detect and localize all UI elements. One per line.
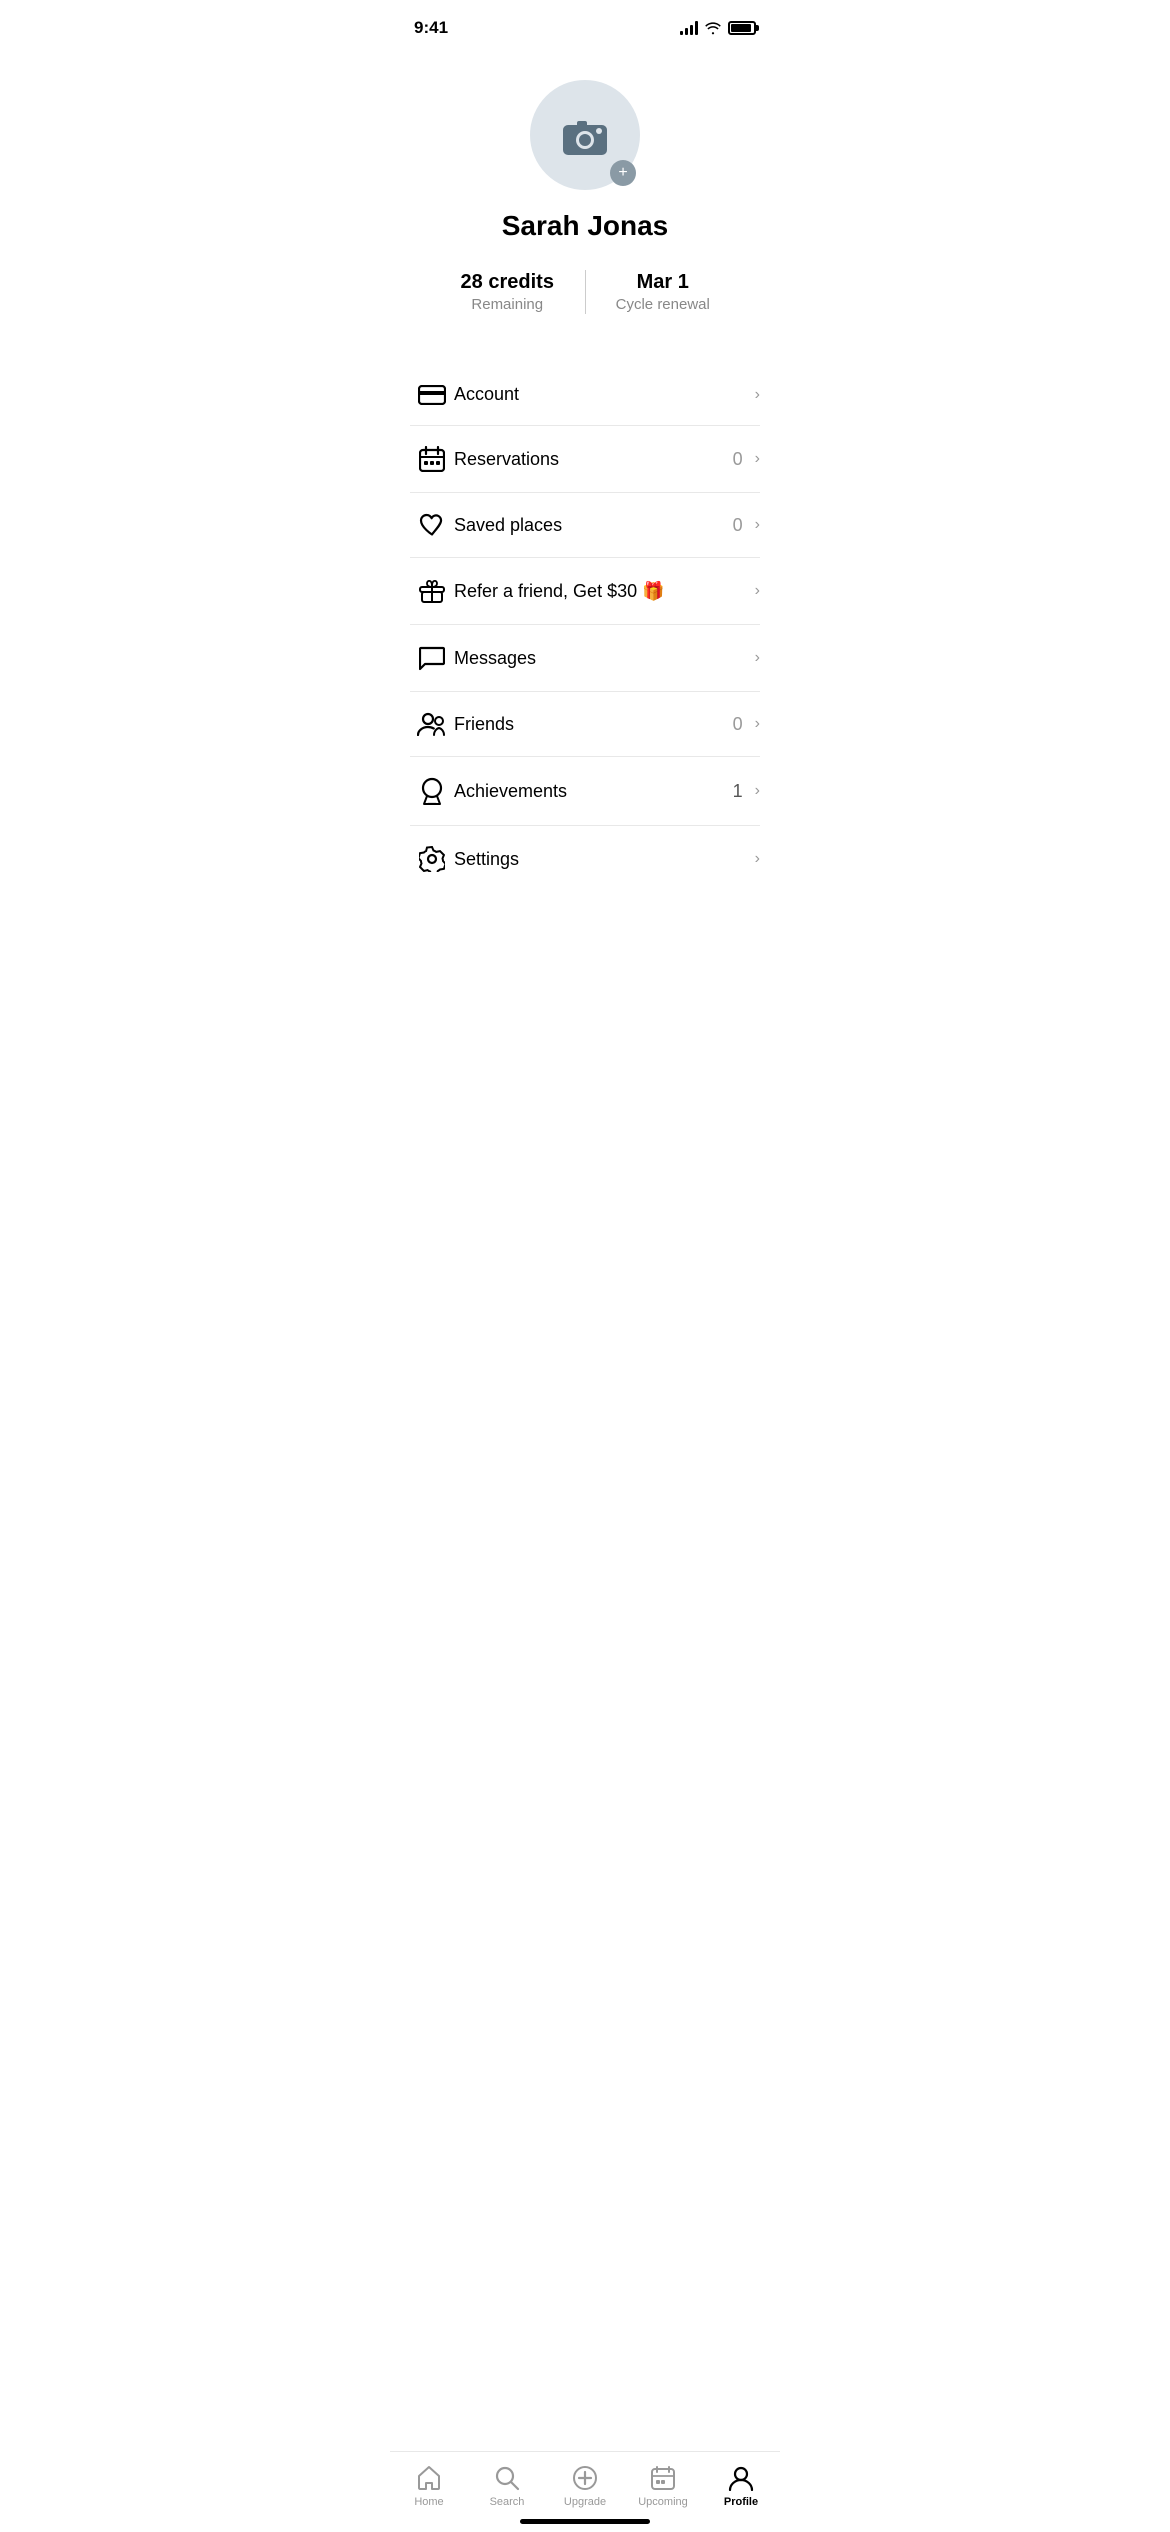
saved-places-badge: 0 [733, 515, 743, 536]
nav-home-label: Home [414, 2496, 443, 2508]
cycle-date: Mar 1 [637, 271, 689, 294]
gift-icon [410, 578, 454, 604]
reservations-badge: 0 [733, 449, 743, 470]
cycle-stat: Mar 1 Cycle renewal [606, 271, 721, 313]
nav-upcoming[interactable]: Upcoming [624, 2464, 702, 2508]
account-chevron: › [755, 386, 760, 404]
reservations-chevron: › [755, 450, 760, 468]
battery-icon [728, 21, 756, 35]
add-photo-badge[interactable]: + [610, 160, 636, 186]
nav-upgrade[interactable]: Upgrade [546, 2464, 624, 2508]
settings-label: Settings [454, 849, 755, 870]
nav-search-label: Search [490, 2496, 525, 2508]
stat-divider [585, 270, 586, 314]
friends-label: Friends [454, 714, 733, 735]
saved-places-label: Saved places [454, 515, 733, 536]
reservations-icon [410, 446, 454, 472]
achievements-badge: 1 [733, 781, 743, 802]
account-label: Account [454, 384, 755, 405]
nav-profile[interactable]: Profile [702, 2464, 780, 2508]
messages-chevron: › [755, 649, 760, 667]
nav-profile-label: Profile [724, 2496, 758, 2508]
saved-places-chevron: › [755, 516, 760, 534]
status-icons [680, 21, 756, 35]
credits-value: 28 credits [461, 271, 554, 294]
settings-chevron: › [755, 850, 760, 868]
nav-search[interactable]: Search [468, 2464, 546, 2508]
page-content: + Sarah Jonas 28 credits Remaining Mar 1… [390, 50, 780, 992]
achievements-label: Achievements [454, 781, 733, 802]
menu-list: Account › Reservations 0 › [390, 364, 780, 892]
nav-upgrade-label: Upgrade [564, 2496, 606, 2508]
nav-home[interactable]: Home [390, 2464, 468, 2508]
home-indicator [520, 2519, 650, 2524]
friends-icon [410, 712, 454, 736]
camera-icon [559, 113, 611, 157]
messages-icon [410, 645, 454, 671]
menu-item-account[interactable]: Account › [410, 364, 760, 426]
upcoming-icon [649, 2464, 677, 2492]
heart-icon [410, 513, 454, 537]
menu-item-saved-places[interactable]: Saved places 0 › [410, 493, 760, 558]
menu-item-reservations[interactable]: Reservations 0 › [410, 426, 760, 493]
settings-icon [410, 846, 454, 872]
home-icon [415, 2464, 443, 2492]
menu-item-messages[interactable]: Messages › [410, 625, 760, 692]
achievements-icon [410, 777, 454, 805]
user-name: Sarah Jonas [502, 210, 669, 242]
menu-item-achievements[interactable]: Achievements 1 › [410, 757, 760, 826]
profile-icon [727, 2464, 755, 2492]
reservations-label: Reservations [454, 449, 733, 470]
credits-stat: 28 credits Remaining [450, 271, 565, 313]
avatar-container[interactable]: + [530, 80, 640, 190]
cycle-label: Cycle renewal [616, 296, 710, 313]
search-icon [493, 2464, 521, 2492]
menu-item-settings[interactable]: Settings › [410, 826, 760, 892]
status-bar: 9:41 [390, 0, 780, 50]
credits-label: Remaining [471, 296, 543, 313]
status-time: 9:41 [414, 18, 448, 38]
upgrade-icon [571, 2464, 599, 2492]
refer-label: Refer a friend, Get $30 🎁 [454, 581, 755, 602]
nav-upcoming-label: Upcoming [638, 2496, 688, 2508]
account-icon [410, 385, 454, 405]
refer-chevron: › [755, 582, 760, 600]
menu-item-refer[interactable]: Refer a friend, Get $30 🎁 › [410, 558, 760, 625]
achievements-chevron: › [755, 782, 760, 800]
signal-icon [680, 21, 698, 35]
friends-chevron: › [755, 715, 760, 733]
messages-label: Messages [454, 648, 755, 669]
stats-row: 28 credits Remaining Mar 1 Cycle renewal [410, 270, 760, 314]
friends-badge: 0 [733, 714, 743, 735]
menu-item-friends[interactable]: Friends 0 › [410, 692, 760, 757]
wifi-icon [704, 21, 722, 35]
profile-section: + Sarah Jonas 28 credits Remaining Mar 1… [390, 50, 780, 364]
